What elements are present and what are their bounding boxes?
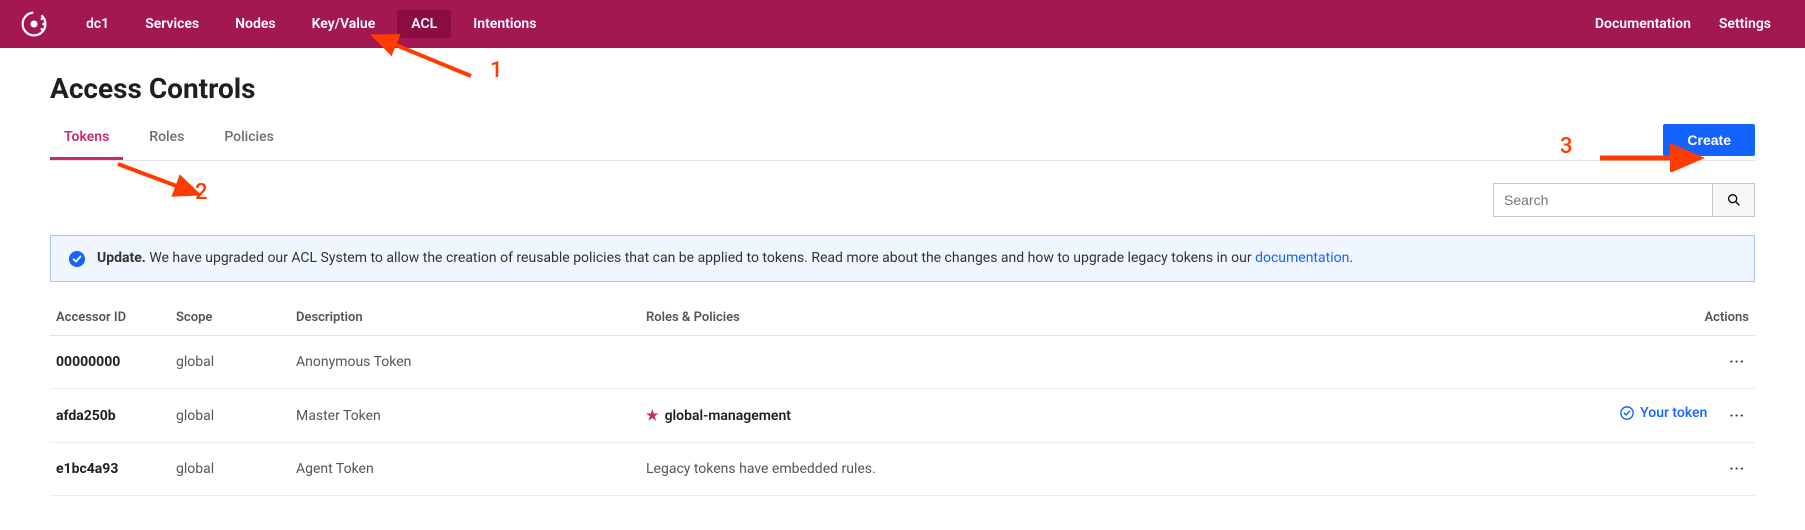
th-roles: Roles & Policies [640,300,1595,336]
th-description: Description [290,300,640,336]
banner-text: Update. We have upgraded our ACL System … [97,250,1353,266]
more-actions-button[interactable]: ··· [1725,406,1749,426]
th-accessor: Accessor ID [50,300,170,336]
search-input[interactable] [1493,183,1713,217]
table-row[interactable]: 00000000globalAnonymous Token ··· [50,336,1755,389]
page-title: Access Controls [50,72,1755,105]
cell-accessor-id: e1bc4a93 [50,443,170,496]
cell-scope: global [170,336,290,389]
cell-scope: global [170,389,290,443]
annotation-3: 3 [1560,134,1573,159]
update-banner: Update. We have upgraded our ACL System … [50,235,1755,282]
banner-body1: We have upgraded our ACL System to allow… [146,250,1255,266]
tokens-table: Accessor ID Scope Description Roles & Po… [50,300,1755,496]
search-row [50,183,1755,217]
search-icon [1726,192,1742,208]
cell-accessor-id: 00000000 [50,336,170,389]
nav-documentation[interactable]: Documentation [1581,2,1705,46]
main-container: Access Controls Tokens Roles Policies Cr… [0,48,1805,516]
tab-tokens[interactable]: Tokens [50,119,123,160]
your-token-label: Your token [1640,405,1707,421]
info-check-icon [69,251,85,267]
consul-logo-icon[interactable] [20,10,48,38]
cell-roles: ★ global-management [640,389,1595,443]
search-button[interactable] [1713,183,1755,217]
nav-datacenter[interactable]: dc1 [72,2,123,46]
more-actions-button[interactable]: ··· [1725,352,1749,372]
nav-item-services[interactable]: Services [131,2,213,46]
cell-roles: Legacy tokens have embedded rules. [640,443,1595,496]
policy-tag[interactable]: ★ global-management [646,408,791,424]
nav-left: dc1 Services Nodes Key/Value ACL Intenti… [20,2,550,46]
banner-doc-link[interactable]: documentation [1255,250,1349,266]
cell-description: Anonymous Token [290,336,640,389]
cell-accessor-id: afda250b [50,389,170,443]
nav-right: Documentation Settings [1581,2,1785,46]
cell-actions: Your token ··· [1595,389,1755,443]
star-icon: ★ [646,408,659,424]
tab-row: Tokens Roles Policies Create [50,119,1755,161]
cell-description: Agent Token [290,443,640,496]
annotation-2: 2 [195,180,208,205]
nav-item-nodes[interactable]: Nodes [221,2,289,46]
annotation-1: 1 [490,58,503,83]
table-row[interactable]: afda250bglobalMaster Token ★ global-manage… [50,389,1755,443]
search-wrap [1493,183,1755,217]
banner-body2: . [1349,250,1353,266]
tab-policies[interactable]: Policies [210,119,288,160]
policy-tag-label: global-management [665,408,791,424]
th-scope: Scope [170,300,290,336]
nav-item-acl[interactable]: ACL [397,10,451,38]
nav-item-intentions[interactable]: Intentions [459,2,550,46]
more-actions-button[interactable]: ··· [1725,459,1749,479]
nav-settings[interactable]: Settings [1705,2,1785,46]
cell-actions: ··· [1595,443,1755,496]
your-token-badge: Your token [1620,405,1707,421]
cell-actions: ··· [1595,336,1755,389]
banner-strong: Update. [97,250,146,266]
top-navbar: dc1 Services Nodes Key/Value ACL Intenti… [0,0,1805,48]
check-circle-icon [1620,406,1634,420]
cell-roles [640,336,1595,389]
cell-scope: global [170,443,290,496]
cell-description: Master Token [290,389,640,443]
th-actions: Actions [1595,300,1755,336]
create-button[interactable]: Create [1663,124,1755,156]
table-row[interactable]: e1bc4a93globalAgent TokenLegacy tokens h… [50,443,1755,496]
nav-item-keyvalue[interactable]: Key/Value [298,2,390,46]
tab-roles[interactable]: Roles [135,119,198,160]
